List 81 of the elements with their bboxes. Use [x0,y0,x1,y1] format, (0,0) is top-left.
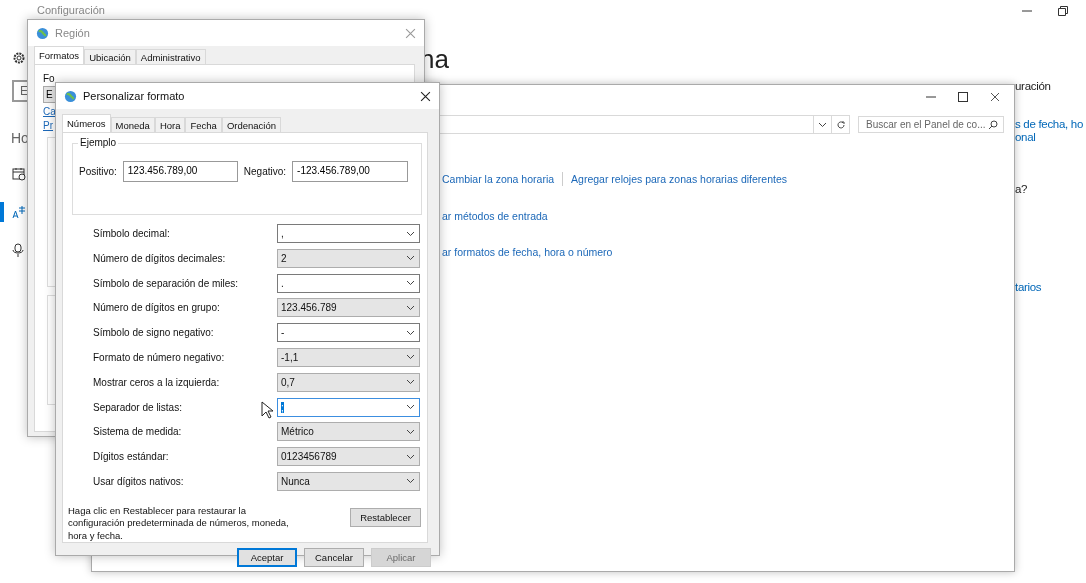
calendar-icon [12,167,26,181]
label: Positivo: [79,165,117,177]
dropdown[interactable]: 0123456789 [277,447,420,467]
dropdown[interactable]: ; [277,397,420,417]
link[interactable]: tarios [1015,281,1086,293]
refresh-icon[interactable] [835,119,846,130]
field-label: Símbolo decimal: [93,228,170,239]
field-label: Mostrar ceros a la izquierda: [93,376,220,388]
close-icon[interactable] [420,90,431,102]
text: a? [1015,183,1029,195]
link[interactable]: Agregar relojes para zonas horarias diferentes [571,173,787,185]
chevron-down-icon [818,121,827,128]
chevron-down-icon [406,404,415,411]
text: uración [1015,80,1052,92]
dropdown[interactable]: . [277,273,420,293]
help-text: Haga clic en Restablecer para restaurar la configuración predeterminada de números, moneda, hora y fecha. [68,504,290,542]
example-value: 123.456.789,00 [122,161,238,182]
field-label: Símbolo de separación de miles: [93,277,239,289]
search-icon [988,119,998,130]
chevron-down-icon [406,354,415,361]
restore-icon[interactable] [1058,6,1068,16]
tab[interactable]: Moneda [110,117,155,132]
field-label: Usar dígitos nativos: [93,475,184,487]
dropdown[interactable]: - [277,323,420,343]
tab[interactable]: Formatos [34,46,85,64]
tab[interactable]: Ubicación [84,49,136,64]
field-label: Símbolo de signo negativo: [93,327,214,339]
chevron-down-icon [406,230,415,237]
link[interactable]: Ca [43,106,56,117]
link[interactable]: Pr [43,120,53,131]
field-label: Número de dígitos en grupo: [93,302,220,314]
close-icon[interactable] [990,92,1000,102]
chevron-down-icon [406,379,415,386]
dropdown[interactable]: 2 [277,248,420,268]
field-label: Separador de listas: [93,401,182,413]
label: Negativo: [243,165,287,177]
tab[interactable]: Fecha [185,117,222,132]
globe-icon [36,26,49,40]
dropdown[interactable]: E [43,86,55,103]
window-title: Región [55,27,91,39]
search-field[interactable]: Buscar en el Panel de co... [858,116,1004,133]
window-title: Configuración [36,3,106,18]
tab[interactable]: Ordenación [221,117,281,132]
globe-icon [64,89,77,103]
dropdown[interactable]: 0,7 [277,372,420,392]
chevron-down-icon [406,255,415,262]
field-label: Número de dígitos decimales: [93,252,226,264]
field-label: Sistema de medida: [93,426,182,438]
reset-button[interactable]: Restablecer [350,507,421,527]
dropdown[interactable]: Nunca [277,471,420,491]
chevron-down-icon [406,304,415,311]
dropdown[interactable]: -1,1 [277,348,420,367]
field-label: Dígitos estándar: [93,451,169,463]
chevron-down-icon [406,453,415,460]
settings-icon[interactable] [12,51,26,65]
label: Fo [43,73,56,84]
chevron-down-icon [406,280,415,287]
link[interactable]: ar formatos de fecha, hora o número [442,246,613,258]
dropdown[interactable]: Métrico [277,422,420,442]
mouse-pointer-icon [261,401,274,419]
tab[interactable]: Hora [154,117,186,132]
chevron-down-icon [406,478,415,485]
link[interactable]: Cambiar la zona horaria [442,173,555,185]
tab[interactable]: Administrativo [135,49,206,64]
language-icon [12,205,26,219]
dialog-button[interactable]: Cancelar [304,548,364,567]
group-title: Ejemplo [78,137,119,148]
microphone-icon [12,243,24,257]
dropdown[interactable]: 123.456.789 [277,298,420,318]
example-value: -123.456.789,00 [292,161,409,182]
link[interactable]: onal [1015,131,1086,143]
tab[interactable]: Números [62,114,111,132]
chevron-down-icon [406,428,415,435]
dropdown[interactable]: , [277,224,420,243]
field-label: Formato de número negativo: [93,352,225,363]
maximize-icon[interactable] [958,92,968,102]
link[interactable]: s de fecha, ho [1015,118,1086,130]
chevron-down-icon [406,329,415,336]
window-title: Personalizar formato [83,90,186,102]
link[interactable]: ar métodos de entrada [442,210,548,222]
dialog-button[interactable]: Aceptar [237,548,297,567]
